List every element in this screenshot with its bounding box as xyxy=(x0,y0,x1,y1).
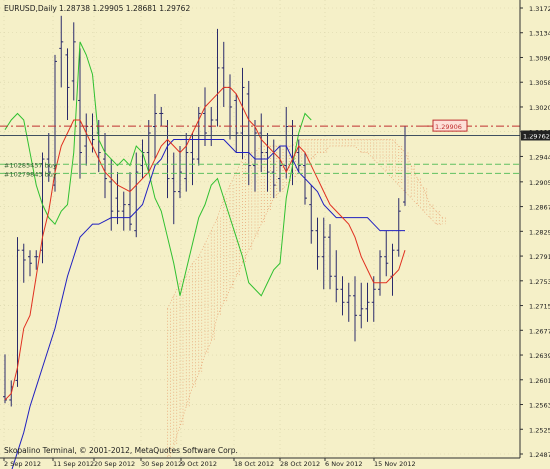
date-tick-label: 11 Sep 2012 xyxy=(53,460,94,468)
price-tick-label: 1.26010 xyxy=(529,377,550,385)
price-tick-label: 1.25250 xyxy=(529,426,550,434)
price-tick-label: 1.24870 xyxy=(529,451,550,459)
chart-header-ohlc: 1.28738 1.29905 1.28681 1.29762 xyxy=(59,4,190,13)
chart-window[interactable]: #10285457 buy #10279843 buy 1.29906 1.29762… xyxy=(0,0,550,469)
date-tick-label: 20 Sep 2012 xyxy=(94,460,135,468)
price-tick-label: 1.27150 xyxy=(529,303,550,311)
order-label: #10279843 buy xyxy=(4,170,57,178)
copyright-text: Skopalino Terminal, © 2001-2012, MetaQuo… xyxy=(4,446,238,455)
price-tick-label: 1.30200 xyxy=(529,104,550,112)
price-tick-label: 1.28670 xyxy=(529,204,550,212)
price-tick-label: 1.31340 xyxy=(529,30,550,38)
price-tick-label: 1.30960 xyxy=(529,54,550,62)
chart-header-symbol: EURUSD,Daily xyxy=(4,4,57,13)
price-tick-label: 1.26770 xyxy=(529,327,550,335)
alert-price-text: 1.29906 xyxy=(435,123,462,131)
price-tick-label: 1.31720 xyxy=(529,5,550,13)
price-tick-label: 1.29050 xyxy=(529,179,550,187)
date-tick-label: 30 Sep 2012 xyxy=(141,460,182,468)
order-label: #10285457 buy xyxy=(4,161,57,169)
price-chart[interactable]: #10285457 buy#10279843 buy1.299061.29762… xyxy=(0,0,550,469)
price-tick-label: 1.28290 xyxy=(529,228,550,236)
price-tick-label: 1.30580 xyxy=(529,79,550,87)
date-tick-label: 18 Oct 2012 xyxy=(234,460,274,468)
price-tick-label: 1.27910 xyxy=(529,253,550,261)
price-tick-label: 1.29440 xyxy=(529,153,550,161)
date-tick-label: 9 Oct 2012 xyxy=(181,460,217,468)
price-tick-label: 1.25630 xyxy=(529,402,550,410)
date-tick-label: 28 Oct 2012 xyxy=(280,460,320,468)
date-tick-label: 15 Nov 2012 xyxy=(374,460,416,468)
date-tick-label: 2 Sep 2012 xyxy=(4,460,41,468)
price-tick-label: 1.26390 xyxy=(529,352,550,360)
price-tick-label: 1.27530 xyxy=(529,278,550,286)
date-tick-label: 6 Nov 2012 xyxy=(325,460,363,468)
price-tick-label: 1.29820 xyxy=(529,129,550,137)
